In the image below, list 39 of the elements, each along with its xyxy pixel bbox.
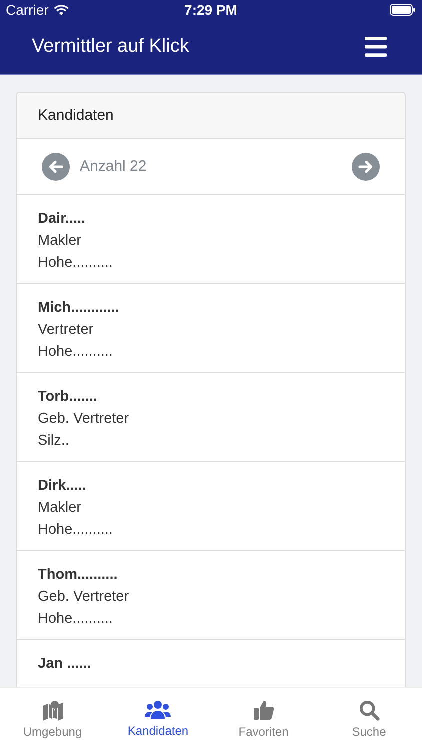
candidate-item[interactable]: Thom.......... Geb. Vertreter Hohe.......... — [17, 551, 405, 640]
tab[interactable]: Umgebung — [0, 688, 106, 750]
candidate-item[interactable]: Mich............ Vertreter Hohe.......... — [17, 284, 405, 373]
candidate-location: Silz.. — [38, 432, 70, 451]
tab[interactable]: Kandidaten — [106, 688, 211, 750]
tab[interactable]: Suche — [316, 688, 422, 750]
card-title: Kandidaten — [38, 107, 114, 124]
search-icon — [358, 700, 380, 720]
candidate-role: Makler — [38, 232, 82, 251]
candidate-role: Geb. Vertreter — [38, 588, 130, 607]
candidate-item[interactable]: Dirk..... Makler Hohe.......... — [17, 462, 405, 551]
thumbs-up-icon — [252, 699, 275, 721]
candidate-name: Mich............ — [38, 299, 120, 318]
candidate-name: Dair..... — [38, 210, 86, 229]
people-icon — [145, 700, 172, 720]
candidate-role: Makler — [38, 499, 82, 518]
candidate-name: Torb....... — [38, 388, 98, 407]
menu-icon[interactable] — [365, 37, 387, 57]
result-count: Anzahl 22 — [80, 158, 148, 175]
arrow-right-icon[interactable] — [352, 152, 380, 180]
candidate-item[interactable]: Torb....... Geb. Vertreter Silz.. — [17, 373, 405, 462]
battery-icon — [390, 4, 416, 16]
candidate-name: Dirk..... — [38, 477, 86, 496]
clock-time: 7:29 PM — [184, 2, 238, 18]
candidate-role: Vertreter — [38, 321, 94, 340]
candidate-location: Hohe.......... — [38, 343, 113, 362]
arrow-left-icon[interactable] — [42, 152, 70, 180]
map-icon — [42, 699, 64, 721]
candidate-name: Jan ...... — [38, 655, 92, 674]
candidate-location: Hohe.......... — [38, 254, 113, 273]
app-title: Vermittler auf Klick — [32, 36, 190, 58]
tab[interactable]: Favoriten — [211, 688, 316, 750]
candidate-location: Hohe.......... — [38, 521, 113, 540]
candidate-name: Thom.......... — [38, 566, 118, 585]
carrier-name: Carrier — [6, 2, 49, 18]
candidate-role: Geb. Vertreter — [38, 410, 130, 429]
candidate-location: Hohe.......... — [38, 610, 113, 629]
candidate-item[interactable]: Dair..... Makler Hohe.......... — [17, 195, 405, 284]
wifi-icon — [54, 4, 69, 16]
